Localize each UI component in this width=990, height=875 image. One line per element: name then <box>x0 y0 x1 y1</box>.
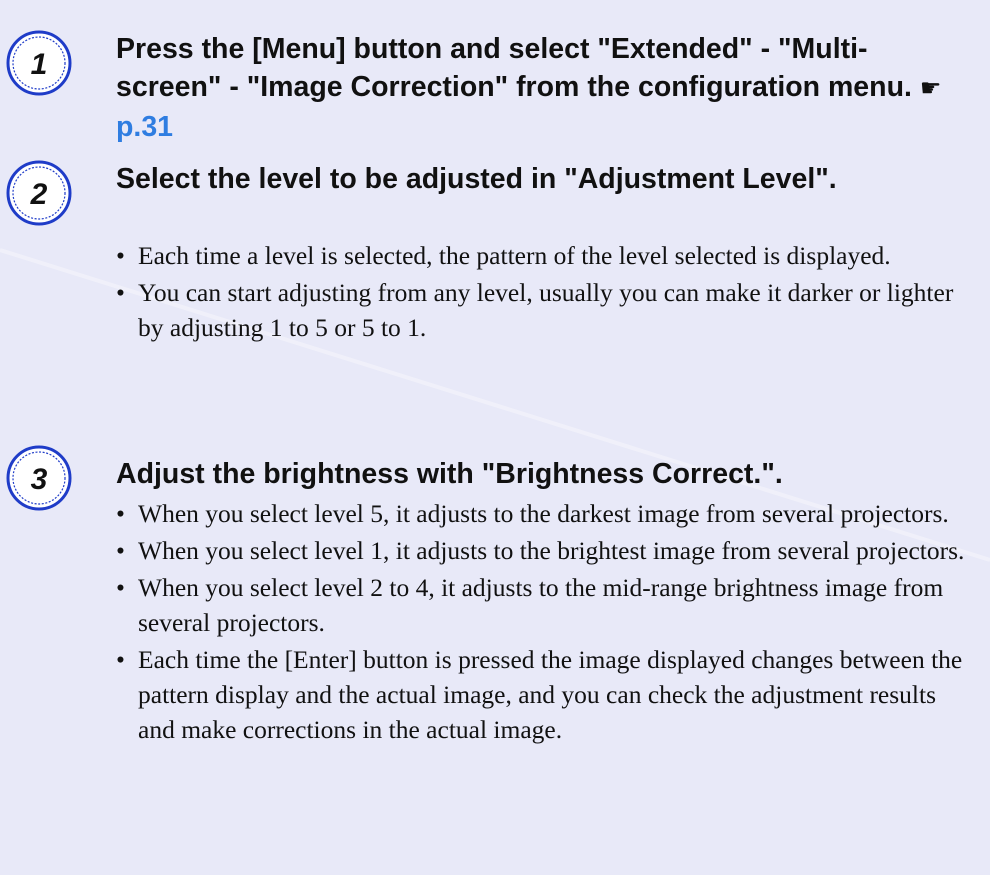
page-reference-link[interactable]: p.31 <box>116 111 173 143</box>
step-heading-text: Adjust the brightness with "Brightness C… <box>116 458 783 490</box>
step-number-badge: 2 <box>6 160 72 226</box>
list-item: Each time the [Enter] button is pressed … <box>116 642 970 747</box>
step-heading: Press the [Menu] button and select "Exte… <box>116 30 950 146</box>
step-heading: Adjust the brightness with "Brightness C… <box>116 455 950 493</box>
pointing-hand-icon: ☛ <box>919 75 942 102</box>
step-bullet-list: Each time a level is selected, the patte… <box>116 238 970 345</box>
step-number-badge: 1 <box>6 30 72 96</box>
step-bullet-list: When you select level 5, it adjusts to t… <box>116 496 970 747</box>
step-heading: Select the level to be adjusted in "Adju… <box>116 160 950 198</box>
list-item: Each time a level is selected, the patte… <box>116 238 970 273</box>
step-heading-text: Press the [Menu] button and select "Exte… <box>116 33 912 103</box>
list-item: When you select level 5, it adjusts to t… <box>116 496 970 531</box>
step-number: 2 <box>30 178 48 211</box>
list-item: When you select level 2 to 4, it adjusts… <box>116 570 970 640</box>
list-item: When you select level 1, it adjusts to t… <box>116 533 970 568</box>
step-heading-text: Select the level to be adjusted in "Adju… <box>116 163 837 195</box>
step-number-badge: 3 <box>6 445 72 511</box>
step-number: 1 <box>31 48 48 81</box>
list-item: You can start adjusting from any level, … <box>116 275 970 345</box>
step-number: 3 <box>31 463 48 496</box>
